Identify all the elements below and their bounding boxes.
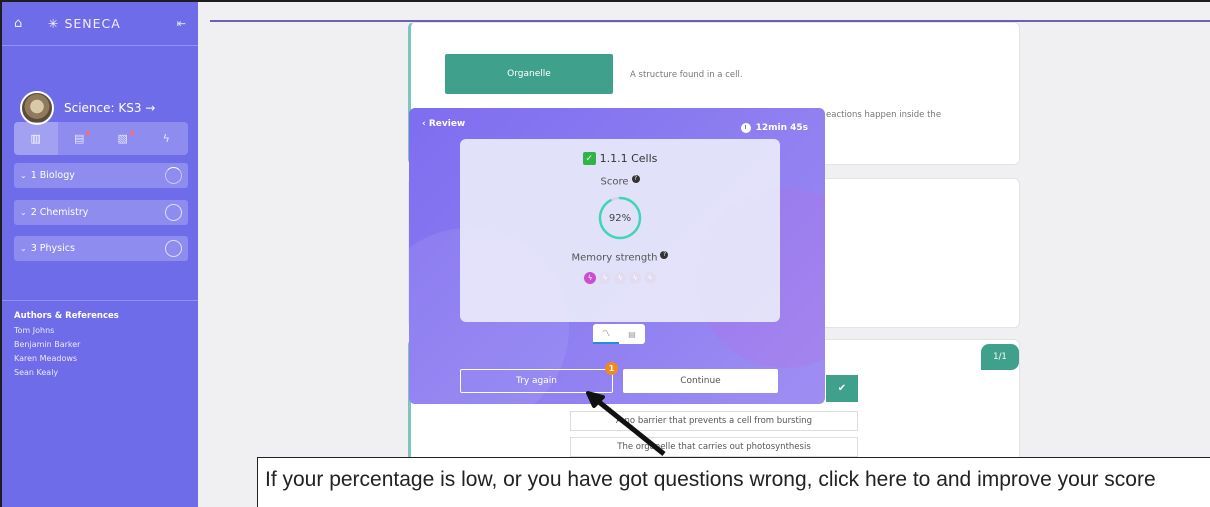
tab-assignments-icon[interactable]: ▧ [101, 122, 145, 155]
notification-dot [129, 131, 134, 135]
results-panel: ✓ 1.1.1 Cells Score? 92% Memory strength… [460, 139, 780, 322]
chart-view-icon[interactable]: 〽 [593, 324, 619, 344]
course-title[interactable]: Science: KS3 → [64, 101, 155, 115]
sidebar: ⌂ ✳ SENECA ⇤ Science: KS3 → ▥ ▤ ▧ ϟ ⌄ 1 … [2, 2, 198, 507]
section-label: 3 Physics [30, 243, 75, 254]
score-label: Score [600, 176, 629, 188]
authors-list: Authors & References Tom Johns Benjamin … [14, 311, 119, 382]
collapse-sidebar-icon[interactable]: ⇤ [177, 17, 186, 30]
answer-option[interactable]: A no barrier that prevents a cell from b… [570, 411, 858, 431]
course-avatar [20, 91, 54, 125]
home-icon[interactable]: ⌂ [14, 16, 48, 31]
authors-heading: Authors & References [14, 311, 119, 321]
document-view-icon[interactable]: ▤ [619, 324, 645, 344]
tab-lightning-icon[interactable]: ϟ [145, 122, 189, 155]
help-icon[interactable]: ? [660, 251, 669, 260]
annotation-callout: If your percentage is low, or you have g… [257, 457, 1210, 507]
review-link[interactable]: ‹ Review [422, 119, 465, 129]
memory-strength-dots: ϟϟϟϟϟ [460, 271, 780, 284]
continue-button[interactable]: Continue [623, 369, 778, 393]
topic-title: ✓ 1.1.1 Cells [460, 152, 780, 165]
tab-modules-icon[interactable]: ▥ [14, 122, 58, 155]
timer: 12min 45s [740, 123, 808, 133]
definition-text: A structure found in a cell. [630, 70, 743, 80]
notification-badge: 1 [605, 362, 618, 375]
memory-dot-empty-icon: ϟ [599, 271, 611, 284]
author-name: Sean Kealy [14, 368, 59, 377]
clock-icon [740, 123, 751, 133]
view-toggle: 〽 ▤ [593, 324, 645, 344]
chevron-down-icon: ⌄ [20, 171, 27, 180]
memory-heading: Memory strength? [460, 251, 780, 264]
topic-label: 1.1.1 Cells [599, 152, 658, 165]
timer-value: 12min 45s [755, 123, 808, 133]
author-name: Benjamin Barker [14, 340, 81, 349]
progress-ring-icon [165, 167, 182, 184]
score-heading: Score? [460, 175, 780, 187]
check-icon: ✔ [826, 375, 858, 402]
tab-calendar-icon[interactable]: ▤ [58, 122, 102, 155]
sidebar-header: ⌂ ✳ SENECA ⇤ [2, 2, 198, 46]
notification-dot [86, 131, 90, 135]
memory-label: Memory strength [571, 252, 658, 264]
author-name: Tom Johns [14, 326, 55, 335]
score-value: 92% [608, 212, 632, 224]
author-name: Karen Meadows [14, 354, 78, 363]
progress-ring-icon [165, 240, 182, 257]
chevron-down-icon: ⌄ [20, 208, 27, 217]
memory-dot-empty-icon: ϟ [629, 271, 641, 284]
question-pager: 1/1 [981, 344, 1019, 370]
checkbox-checked-icon: ✓ [582, 152, 596, 165]
screenshot-frame: ⌂ ✳ SENECA ⇤ Science: KS3 → ▥ ▤ ▧ ϟ ⌄ 1 … [0, 0, 1210, 507]
sidebar-item-biology[interactable]: ⌄ 1 Biology [14, 163, 188, 188]
results-modal: ‹ Review 12min 45s ✓ 1.1.1 Cells Score? … [409, 108, 825, 404]
sidebar-item-chemistry[interactable]: ⌄ 2 Chemistry [14, 200, 188, 225]
logo-text: SENECA [64, 16, 121, 31]
sidebar-tabs: ▥ ▤ ▧ ϟ [14, 122, 188, 155]
section-label: 1 Biology [30, 170, 75, 181]
review-label: Review [428, 119, 466, 129]
answer-option[interactable]: The organelle that carries out photosynt… [570, 437, 858, 457]
memory-dot-filled-icon: ϟ [584, 271, 596, 284]
memory-dot-empty-icon: ϟ [614, 271, 626, 284]
sidebar-divider [2, 300, 198, 301]
try-again-button[interactable]: Try again [460, 369, 613, 393]
sidebar-item-physics[interactable]: ⌄ 3 Physics [14, 236, 188, 261]
chevron-down-icon: ⌄ [20, 244, 27, 253]
progress-ring-icon [165, 204, 182, 221]
term-tile: Organelle [445, 54, 613, 94]
memory-dot-empty-icon: ϟ [644, 271, 656, 284]
seneca-logo[interactable]: ✳ SENECA [48, 16, 177, 31]
help-icon[interactable]: ? [631, 175, 640, 183]
definition-text: eactions happen inside the [826, 110, 942, 120]
section-label: 2 Chemistry [30, 207, 89, 218]
score-ring: 92% [597, 195, 643, 241]
